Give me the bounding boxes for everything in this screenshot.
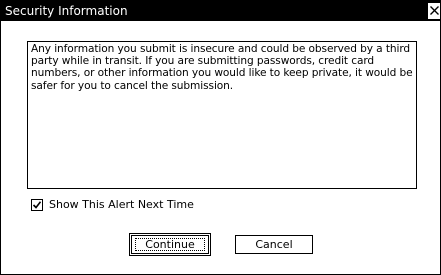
continue-button[interactable]: Continue [129, 233, 211, 256]
continue-button-label: Continue [145, 238, 195, 251]
cancel-button[interactable]: Cancel [235, 235, 313, 254]
title-bar[interactable]: Security Information [1, 1, 440, 21]
close-icon [430, 6, 439, 15]
security-dialog: Security Information Any information you… [0, 0, 441, 275]
cancel-button-label: Cancel [255, 238, 293, 251]
checkmark-icon [32, 201, 42, 209]
dialog-title: Security Information [5, 4, 128, 18]
show-alert-checkbox[interactable] [31, 199, 43, 211]
security-message: Any information you submit is insecure a… [31, 43, 413, 92]
close-button[interactable] [427, 3, 440, 19]
show-alert-label: Show This Alert Next Time [49, 198, 194, 211]
message-box: Any information you submit is insecure a… [27, 41, 417, 189]
